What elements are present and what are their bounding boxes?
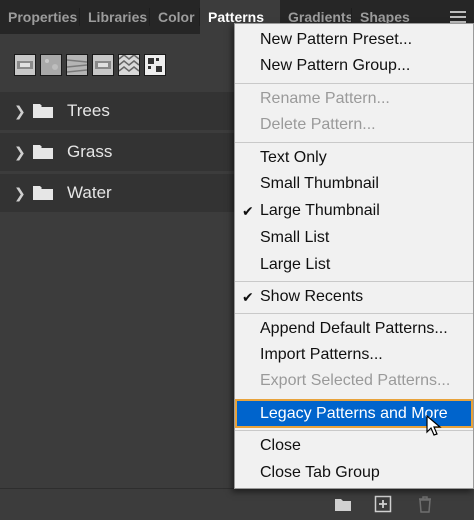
pattern-group-trees[interactable]: ❯ Trees (0, 92, 250, 130)
hamburger-icon[interactable] (450, 11, 466, 23)
menu-item-label: Close (260, 437, 301, 454)
tab-label: Libraries (88, 9, 148, 25)
menu-item-append-default-patterns[interactable]: Append Default Patterns... (235, 316, 473, 342)
menu-item-label: New Pattern Group... (260, 57, 411, 74)
menu-item-label: Delete Pattern... (260, 116, 376, 133)
menu-item-label: Export Selected Patterns... (260, 372, 451, 389)
menu-item-import-patterns[interactable]: Import Patterns... (235, 342, 473, 368)
menu-item-export-selected-patterns: Export Selected Patterns... (235, 368, 473, 394)
chevron-right-icon[interactable]: ❯ (14, 102, 26, 120)
menu-item-close-tab-group[interactable]: Close Tab Group (235, 460, 473, 486)
menu-item-show-recents[interactable]: ✔ Show Recents (235, 284, 473, 310)
pattern-thumbnail[interactable] (144, 54, 166, 76)
tab-color[interactable]: Color (150, 0, 200, 34)
menu-item-label: Large Thumbnail (260, 202, 380, 219)
menu-item-small-list[interactable]: Small List (235, 225, 473, 251)
menu-item-label: Show Recents (260, 288, 364, 305)
menu-item-label: Small List (260, 229, 330, 246)
menu-item-text-only[interactable]: Text Only (235, 145, 473, 171)
menu-divider (235, 83, 473, 84)
checkmark-icon: ✔ (242, 203, 254, 219)
menu-item-label: Import Patterns... (260, 346, 383, 363)
menu-item-label: Append Default Patterns... (260, 320, 448, 337)
menu-divider (235, 281, 473, 282)
tab-label: Color (158, 9, 195, 25)
menu-item-new-pattern-group[interactable]: New Pattern Group... (235, 53, 473, 79)
chevron-right-icon[interactable]: ❯ (14, 184, 26, 202)
menu-item-large-list[interactable]: Large List (235, 252, 473, 278)
tab-libraries[interactable]: Libraries (80, 0, 150, 34)
pattern-thumbnail[interactable] (14, 54, 36, 76)
menu-item-large-thumbnail[interactable]: ✔ Large Thumbnail (235, 198, 473, 224)
panel-bottom-bar (0, 488, 474, 520)
menu-item-label: Small Thumbnail (260, 175, 379, 192)
group-label: Grass (67, 142, 113, 161)
pattern-thumbnail[interactable] (92, 54, 114, 76)
chevron-right-icon[interactable]: ❯ (14, 143, 26, 161)
tab-properties[interactable]: Properties (0, 0, 80, 34)
menu-item-label: Close Tab Group (260, 464, 380, 481)
pattern-thumbnail[interactable] (118, 54, 140, 76)
trash-icon[interactable] (415, 494, 435, 514)
pattern-group-grass[interactable]: ❯ Grass (0, 133, 250, 171)
menu-item-label: Rename Pattern... (260, 90, 390, 107)
menu-item-label: Legacy Patterns and More (260, 405, 448, 422)
mouse-pointer-icon (426, 415, 442, 436)
menu-item-rename-pattern: Rename Pattern... (235, 86, 473, 112)
menu-item-label: New Pattern Preset... (260, 31, 413, 48)
menu-item-small-thumbnail[interactable]: Small Thumbnail (235, 171, 473, 197)
menu-divider (235, 313, 473, 314)
folder-icon (33, 145, 53, 159)
pattern-thumbnail[interactable] (40, 54, 62, 76)
new-pattern-icon[interactable] (373, 494, 393, 514)
menu-item-label: Large List (260, 256, 331, 273)
folder-icon (33, 104, 53, 118)
menu-item-new-pattern-preset[interactable]: New Pattern Preset... (235, 27, 473, 53)
pattern-group-water[interactable]: ❯ Water (0, 174, 250, 212)
pattern-thumbnail[interactable] (66, 54, 88, 76)
group-label: Water (67, 183, 112, 202)
menu-item-delete-pattern: Delete Pattern... (235, 112, 473, 138)
tab-label: Properties (8, 9, 78, 25)
group-label: Trees (67, 101, 110, 120)
checkmark-icon: ✔ (242, 289, 254, 305)
menu-item-label: Text Only (260, 149, 327, 166)
menu-divider (235, 142, 473, 143)
new-group-folder-icon[interactable] (333, 494, 353, 514)
folder-icon (33, 186, 53, 200)
